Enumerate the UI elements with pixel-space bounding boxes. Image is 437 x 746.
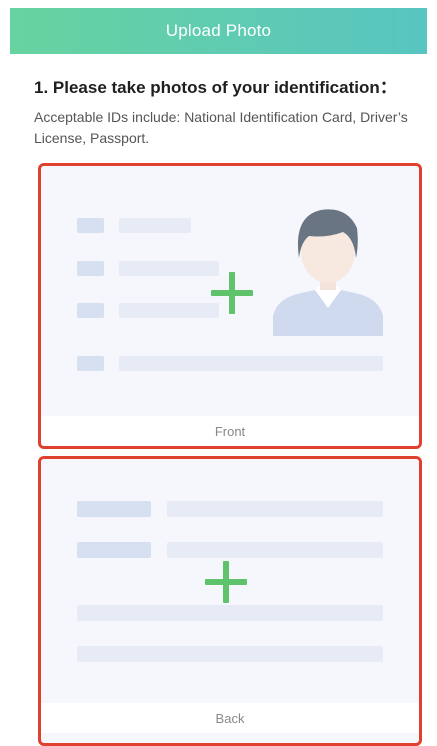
page-title: Upload Photo xyxy=(165,21,272,40)
upload-back-button[interactable]: Back xyxy=(38,456,422,746)
back-card-placeholder xyxy=(41,459,419,709)
back-label: Back xyxy=(41,703,419,733)
front-label: Front xyxy=(41,416,419,446)
page-header: Upload Photo xyxy=(10,8,427,54)
plus-icon xyxy=(211,272,253,314)
front-card-placeholder xyxy=(41,166,419,416)
plus-icon xyxy=(205,561,247,603)
instructions-title: 1. Please take photos of your identifica… xyxy=(34,78,397,97)
upload-front-button[interactable]: Front xyxy=(38,163,422,449)
instructions-description: Acceptable IDs include: National Identif… xyxy=(34,109,408,146)
